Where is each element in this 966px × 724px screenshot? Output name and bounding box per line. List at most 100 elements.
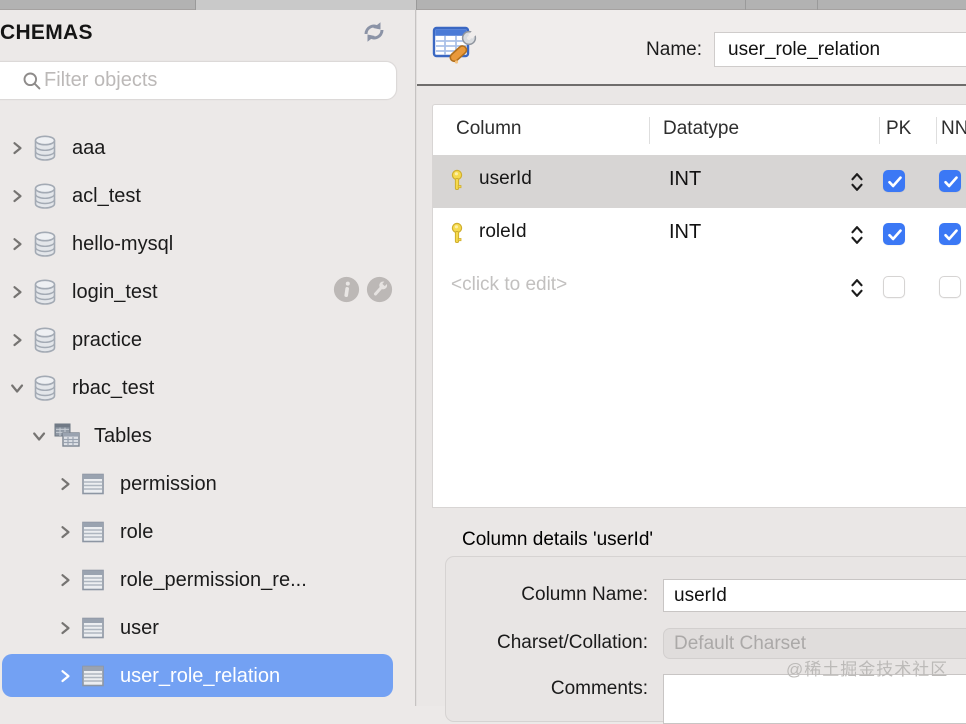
datatype-stepper[interactable] xyxy=(850,276,864,300)
grid-header-divider xyxy=(649,117,650,144)
field-label-2: Comments: xyxy=(420,678,648,700)
toolbar-strip-segment xyxy=(195,0,416,10)
chevron-down-icon[interactable] xyxy=(8,379,26,397)
sidebar-item-label: role_permission_re... xyxy=(120,569,307,592)
column-name-cell[interactable]: roleId xyxy=(479,221,527,243)
field-input-2[interactable] xyxy=(663,674,966,724)
table-icon xyxy=(78,517,108,547)
toolbar-strip xyxy=(0,0,966,10)
sidebar-item-label: login_test xyxy=(72,281,158,304)
sidebar-item-aaa[interactable]: aaa xyxy=(0,124,416,172)
sidebar-item-label: user_role_relation xyxy=(120,665,280,688)
datatype-cell[interactable]: INT xyxy=(669,221,701,244)
sidebar-item-user-role-relation[interactable]: user_role_relation xyxy=(0,652,416,700)
info-icon[interactable] xyxy=(333,276,360,308)
grid-header-column: Column xyxy=(456,118,521,140)
database-icon xyxy=(30,181,60,211)
watermark: @稀土掘金技术社区 xyxy=(786,655,948,680)
column-row-roleId[interactable]: roleId INT xyxy=(433,208,966,261)
sidebar-item-role[interactable]: role xyxy=(0,508,416,556)
sidebar-item-label: hello-mysql xyxy=(72,233,173,256)
sidebar-item-label: aaa xyxy=(72,137,105,160)
database-icon xyxy=(30,133,60,163)
tables-icon xyxy=(52,421,82,451)
field-input-0[interactable] xyxy=(663,579,966,612)
grid-header-pk: PK xyxy=(886,118,911,140)
sidebar-item-login-test[interactable]: login_test xyxy=(0,268,416,316)
sidebar-item-label: rbac_test xyxy=(72,377,154,400)
new-column-placeholder[interactable]: <click to edit> xyxy=(451,274,567,296)
sidebar-item-label: permission xyxy=(120,473,217,496)
table-icon xyxy=(78,613,108,643)
grid-header-divider xyxy=(879,117,880,144)
pk-checkbox[interactable] xyxy=(883,223,905,245)
search-icon xyxy=(22,71,42,91)
sidebar-item-hello-mysql[interactable]: hello-mysql xyxy=(0,220,416,268)
chevron-right-icon[interactable] xyxy=(8,283,26,301)
database-icon xyxy=(30,277,60,307)
table-icon xyxy=(78,661,108,691)
nn-checkbox[interactable] xyxy=(939,276,961,298)
name-label: Name: xyxy=(540,39,702,61)
sidebar-item-label: acl_test xyxy=(72,185,141,208)
sidebar-item-label: practice xyxy=(72,329,142,352)
field-label-1: Charset/Collation: xyxy=(420,632,648,654)
datatype-stepper[interactable] xyxy=(850,170,864,194)
sidebar-item-role-permission-re-[interactable]: role_permission_re... xyxy=(0,556,416,604)
toolbar-divider xyxy=(195,0,196,10)
chevron-right-icon[interactable] xyxy=(8,235,26,253)
sidebar-item-tables[interactable]: Tables xyxy=(0,412,416,460)
filter-objects-input[interactable] xyxy=(44,63,374,97)
pk-checkbox[interactable] xyxy=(883,170,905,192)
column-name-cell[interactable]: userId xyxy=(479,168,532,190)
grid-header-divider xyxy=(936,117,937,144)
sidebar-item-label: user xyxy=(120,617,159,640)
chevron-right-icon[interactable] xyxy=(8,331,26,349)
toolbar-divider xyxy=(745,0,746,10)
primary-key-icon xyxy=(449,222,465,246)
column-row-new[interactable]: <click to edit> xyxy=(433,261,966,314)
schemas-title: CHEMAS xyxy=(0,21,93,45)
database-icon xyxy=(30,325,60,355)
field-label-0: Column Name: xyxy=(420,584,648,606)
table-icon xyxy=(78,469,108,499)
columns-grid-header: Column Datatype PK NN xyxy=(433,105,966,155)
column-details-heading: Column details 'userId' xyxy=(462,529,653,551)
item-badges xyxy=(333,276,393,308)
chevron-right-icon[interactable] xyxy=(8,139,26,157)
table-editor-icon xyxy=(431,22,479,70)
toolbar-divider xyxy=(817,0,818,10)
chevron-right-icon[interactable] xyxy=(8,187,26,205)
pk-checkbox[interactable] xyxy=(883,276,905,298)
refresh-schemas-icon[interactable] xyxy=(360,20,390,46)
nn-checkbox[interactable] xyxy=(939,223,961,245)
grid-header-nn: NN xyxy=(941,118,966,140)
table-name-input[interactable] xyxy=(714,32,966,67)
chevron-right-icon[interactable] xyxy=(56,523,74,541)
datatype-cell[interactable]: INT xyxy=(669,168,701,191)
column-row-userId[interactable]: userId INT xyxy=(433,155,966,208)
sidebar-item-label: role xyxy=(120,521,153,544)
chevron-right-icon[interactable] xyxy=(56,667,74,685)
sidebar-item-rbac-test[interactable]: rbac_test xyxy=(0,364,416,412)
grid-header-datatype: Datatype xyxy=(663,118,739,140)
schema-tree: aaa acl_test hello-mysql login_test practice… xyxy=(0,124,416,700)
primary-key-icon xyxy=(449,169,465,193)
database-icon xyxy=(30,373,60,403)
sidebar-item-practice[interactable]: practice xyxy=(0,316,416,364)
columns-grid: Column Datatype PK NN userId INT roleId INT <cl… xyxy=(432,104,966,508)
chevron-right-icon[interactable] xyxy=(56,475,74,493)
sidebar-item-label: Tables xyxy=(94,425,152,448)
table-icon xyxy=(78,565,108,595)
sidebar-item-acl-test[interactable]: acl_test xyxy=(0,172,416,220)
datatype-stepper[interactable] xyxy=(850,223,864,247)
chevron-down-icon[interactable] xyxy=(30,427,48,445)
wrench-icon[interactable] xyxy=(366,276,393,308)
nn-checkbox[interactable] xyxy=(939,170,961,192)
chevron-right-icon[interactable] xyxy=(56,571,74,589)
sidebar-item-permission[interactable]: permission xyxy=(0,460,416,508)
toolbar-divider xyxy=(416,0,417,10)
schemas-sidebar: CHEMAS aaa acl_test hello-mysql login_testp… xyxy=(0,10,416,706)
sidebar-item-user[interactable]: user xyxy=(0,604,416,652)
chevron-right-icon[interactable] xyxy=(56,619,74,637)
